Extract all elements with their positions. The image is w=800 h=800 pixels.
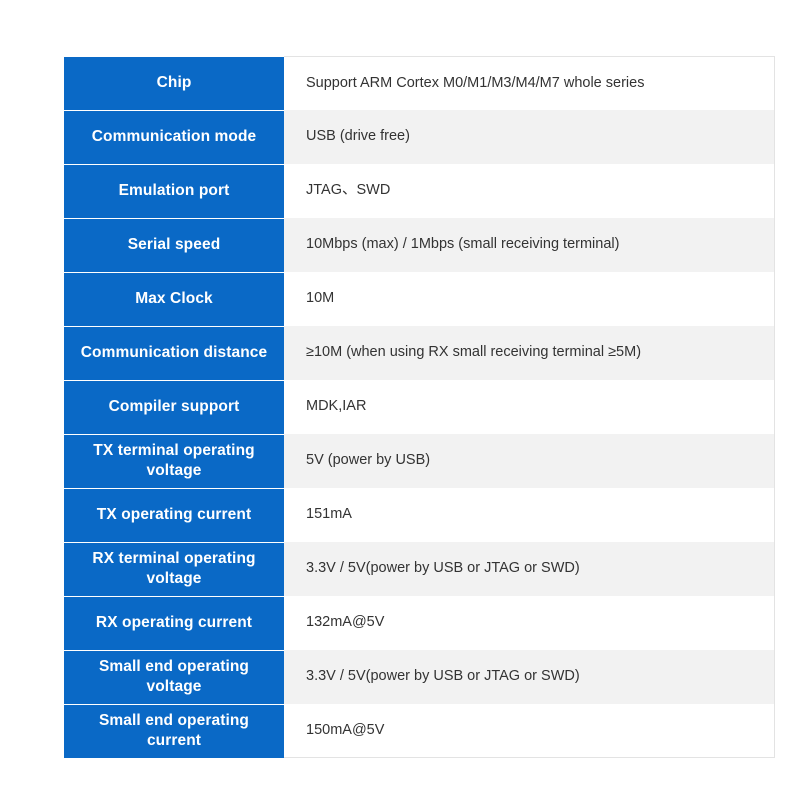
spec-label-compiler-support: Compiler support	[64, 379, 284, 435]
spec-value-chip: Support ARM Cortex M0/M1/M3/M4/M7 whole …	[284, 56, 775, 110]
spec-value-communication-distance: ≥10M (when using RX small receiving term…	[284, 326, 775, 380]
spec-value-tx-operating-current: 151mA	[284, 488, 775, 542]
table-row: RX operating current 132mA@5V	[64, 595, 775, 651]
table-row: Chip Support ARM Cortex M0/M1/M3/M4/M7 w…	[64, 56, 775, 111]
table-row: Emulation port JTAG、SWD	[64, 163, 775, 219]
specification-table: Chip Support ARM Cortex M0/M1/M3/M4/M7 w…	[64, 56, 775, 758]
spec-label-communication-distance: Communication distance	[64, 325, 284, 381]
specification-table-body: Chip Support ARM Cortex M0/M1/M3/M4/M7 w…	[64, 56, 775, 758]
spec-value-small-end-operating-voltage: 3.3V / 5V(power by USB or JTAG or SWD)	[284, 650, 775, 704]
table-row: Compiler support MDK,IAR	[64, 379, 775, 435]
table-row: Communication mode USB (drive free)	[64, 109, 775, 165]
table-row: Small end operating voltage 3.3V / 5V(po…	[64, 649, 775, 705]
spec-value-max-clock: 10M	[284, 272, 775, 326]
spec-label-rx-operating-current: RX operating current	[64, 595, 284, 651]
table-row: Small end operating current 150mA@5V	[64, 703, 775, 758]
spec-label-serial-speed: Serial speed	[64, 217, 284, 273]
spec-value-rx-operating-current: 132mA@5V	[284, 596, 775, 650]
spec-value-small-end-operating-current: 150mA@5V	[284, 704, 775, 758]
table-row: Serial speed 10Mbps (max) / 1Mbps (small…	[64, 217, 775, 273]
spec-value-emulation-port: JTAG、SWD	[284, 164, 775, 218]
spec-label-tx-operating-current: TX operating current	[64, 487, 284, 543]
spec-label-communication-mode: Communication mode	[64, 109, 284, 165]
spec-value-communication-mode: USB (drive free)	[284, 110, 775, 164]
spec-label-small-end-operating-current: Small end operating current	[64, 703, 284, 758]
spec-label-rx-terminal-operating-voltage: RX terminal operating voltage	[64, 541, 284, 597]
spec-label-tx-terminal-operating-voltage: TX terminal operating voltage	[64, 433, 284, 489]
table-row: Communication distance ≥10M (when using …	[64, 325, 775, 381]
spec-label-chip: Chip	[64, 56, 284, 111]
spec-label-max-clock: Max Clock	[64, 271, 284, 327]
spec-value-tx-terminal-operating-voltage: 5V (power by USB)	[284, 434, 775, 488]
table-row: TX operating current 151mA	[64, 487, 775, 543]
spec-value-rx-terminal-operating-voltage: 3.3V / 5V(power by USB or JTAG or SWD)	[284, 542, 775, 596]
spec-label-emulation-port: Emulation port	[64, 163, 284, 219]
spec-value-serial-speed: 10Mbps (max) / 1Mbps (small receiving te…	[284, 218, 775, 272]
spec-label-small-end-operating-voltage: Small end operating voltage	[64, 649, 284, 705]
table-row: Max Clock 10M	[64, 271, 775, 327]
table-row: RX terminal operating voltage 3.3V / 5V(…	[64, 541, 775, 597]
table-row: TX terminal operating voltage 5V (power …	[64, 433, 775, 489]
specification-table-container: Chip Support ARM Cortex M0/M1/M3/M4/M7 w…	[64, 56, 775, 758]
spec-value-compiler-support: MDK,IAR	[284, 380, 775, 434]
